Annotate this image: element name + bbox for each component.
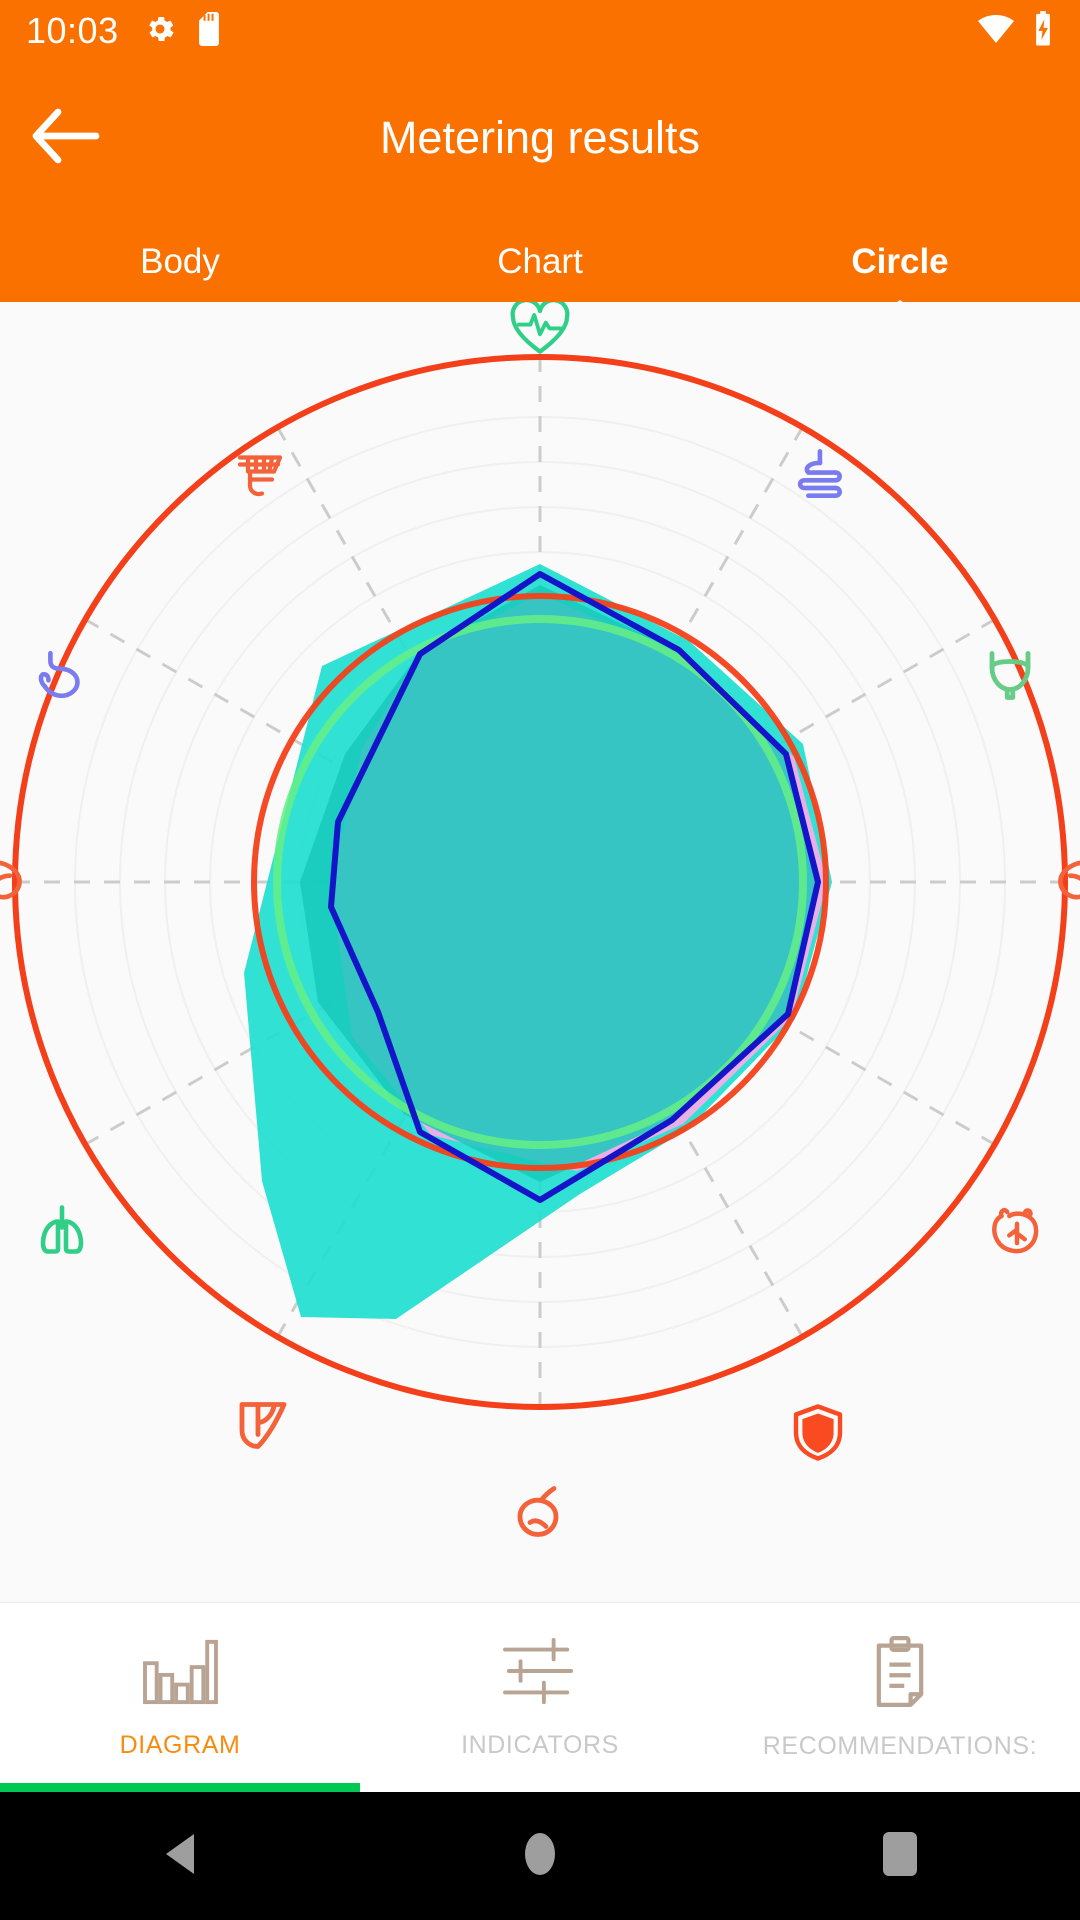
colon-icon[interactable] [232,448,292,509]
kidney-icon[interactable] [988,1204,1046,1265]
stomach-icon[interactable] [33,647,91,708]
tab-bar: Body Chart Circle [0,222,1080,340]
back-triangle-icon [160,1832,200,1881]
tab-chart[interactable]: Chart [360,222,720,302]
android-navigation-bar [0,1792,1080,1920]
home-circle-icon [523,1830,557,1883]
bottom-nav-item-indicators[interactable]: INDICATORS [360,1603,720,1792]
android-back-button[interactable] [120,1792,240,1920]
lungs-icon[interactable] [32,1202,92,1263]
bottom-nav-label-indicators: INDICATORS [461,1730,619,1759]
bottom-nav-item-recommendations[interactable]: RECOMMENDATIONS: [720,1603,1080,1792]
status-bar-clock: 10:03 [26,10,119,51]
bottom-nav-label-diagram: DIAGRAM [119,1730,241,1759]
tab-chart-label: Chart [497,242,583,281]
gear-icon [143,12,177,51]
wifi-icon [976,13,1016,50]
page-title: Metering results [379,112,701,163]
liver-icon[interactable] [234,1395,290,1458]
heart-pulse-icon[interactable] [509,302,571,361]
screen-root: 10:03 Metering results Body Chart Circle… [0,0,1080,1920]
recents-square-icon [881,1830,919,1883]
android-home-button[interactable] [480,1792,600,1920]
intestine-icon[interactable] [789,448,847,507]
status-bar-right-icons [976,10,1054,52]
gallbladder-icon[interactable] [512,1483,568,1546]
status-bar-left-icons [143,11,223,51]
pancreas-left-icon[interactable] [0,853,35,912]
pancreas-right-icon[interactable] [1045,853,1080,912]
radar-chart-panel[interactable] [0,302,1080,1602]
bottom-navigation: DIAGRAM INDICATORS RECOMMENDATIONS: [0,1602,1080,1792]
app-bar: Metering results Body Chart Circle [0,62,1080,340]
bottom-nav-label-recommendations: RECOMMENDATIONS: [762,1731,1038,1760]
radar-chart-svg [10,352,1070,1412]
bladder-icon[interactable] [982,648,1038,709]
tab-circle-label: Circle [851,242,949,281]
clipboard-icon [865,1635,935,1712]
bottom-nav-active-indicator [0,1783,360,1792]
tab-body-label: Body [140,242,220,281]
bar-chart-icon [141,1636,219,1711]
tab-body[interactable]: Body [0,222,360,302]
immunity-shield-icon[interactable] [790,1403,846,1468]
status-bar: 10:03 [0,0,1080,62]
android-recents-button[interactable] [840,1792,960,1920]
sd-card-icon [195,11,223,51]
bottom-nav-item-diagram[interactable]: DIAGRAM [0,1603,360,1792]
battery-charging-icon [1032,10,1054,52]
sliders-icon [501,1636,579,1711]
tab-circle[interactable]: Circle [720,222,1080,340]
